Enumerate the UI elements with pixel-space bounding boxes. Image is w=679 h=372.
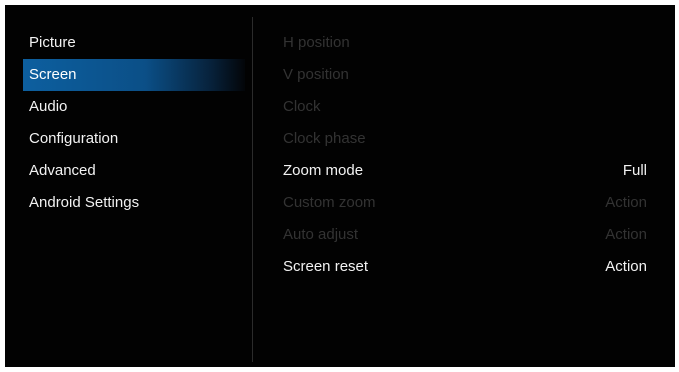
menu-item-screen[interactable]: Screen <box>23 59 245 91</box>
menu-item-label: Configuration <box>29 130 119 147</box>
option-label: H position <box>283 34 350 51</box>
menu-item-label: Picture <box>29 34 76 51</box>
menu-item-android-settings[interactable]: Android Settings <box>23 187 245 219</box>
option-v-position: V position <box>283 59 653 91</box>
option-custom-zoom: Custom zoom Action <box>283 187 653 219</box>
option-label: Clock <box>283 98 321 115</box>
option-label: V position <box>283 66 349 83</box>
option-clock-phase: Clock phase <box>283 123 653 155</box>
settings-category-menu: Picture Screen Audio Configuration Advan… <box>23 27 245 219</box>
menu-item-label: Screen <box>29 66 77 83</box>
option-label: Screen reset <box>283 258 369 275</box>
option-auto-adjust: Auto adjust Action <box>283 219 653 251</box>
option-h-position: H position <box>283 27 653 59</box>
option-label: Zoom mode <box>283 162 364 179</box>
menu-item-picture[interactable]: Picture <box>23 27 245 59</box>
option-label: Clock phase <box>283 130 366 147</box>
menu-item-label: Advanced <box>29 162 96 179</box>
option-label: Custom zoom <box>283 194 376 211</box>
menu-item-audio[interactable]: Audio <box>23 91 245 123</box>
menu-item-advanced[interactable]: Advanced <box>23 155 245 187</box>
option-screen-reset[interactable]: Screen reset Action <box>283 251 653 283</box>
option-label: Auto adjust <box>283 226 359 243</box>
menu-item-configuration[interactable]: Configuration <box>23 123 245 155</box>
option-value: Action <box>605 194 647 211</box>
menu-item-label: Audio <box>29 98 68 115</box>
option-clock: Clock <box>283 91 653 123</box>
menu-item-label: Android Settings <box>29 194 140 211</box>
option-value: Action <box>605 226 647 243</box>
tv-settings-screen: Picture Screen Audio Configuration Advan… <box>5 5 675 367</box>
option-value: Full <box>622 162 647 179</box>
option-zoom-mode[interactable]: Zoom mode Full <box>283 155 653 187</box>
option-value: Action <box>605 258 647 275</box>
screen-settings-list: H position V position Clock Clock phase … <box>283 27 653 283</box>
panel-divider <box>252 17 253 362</box>
